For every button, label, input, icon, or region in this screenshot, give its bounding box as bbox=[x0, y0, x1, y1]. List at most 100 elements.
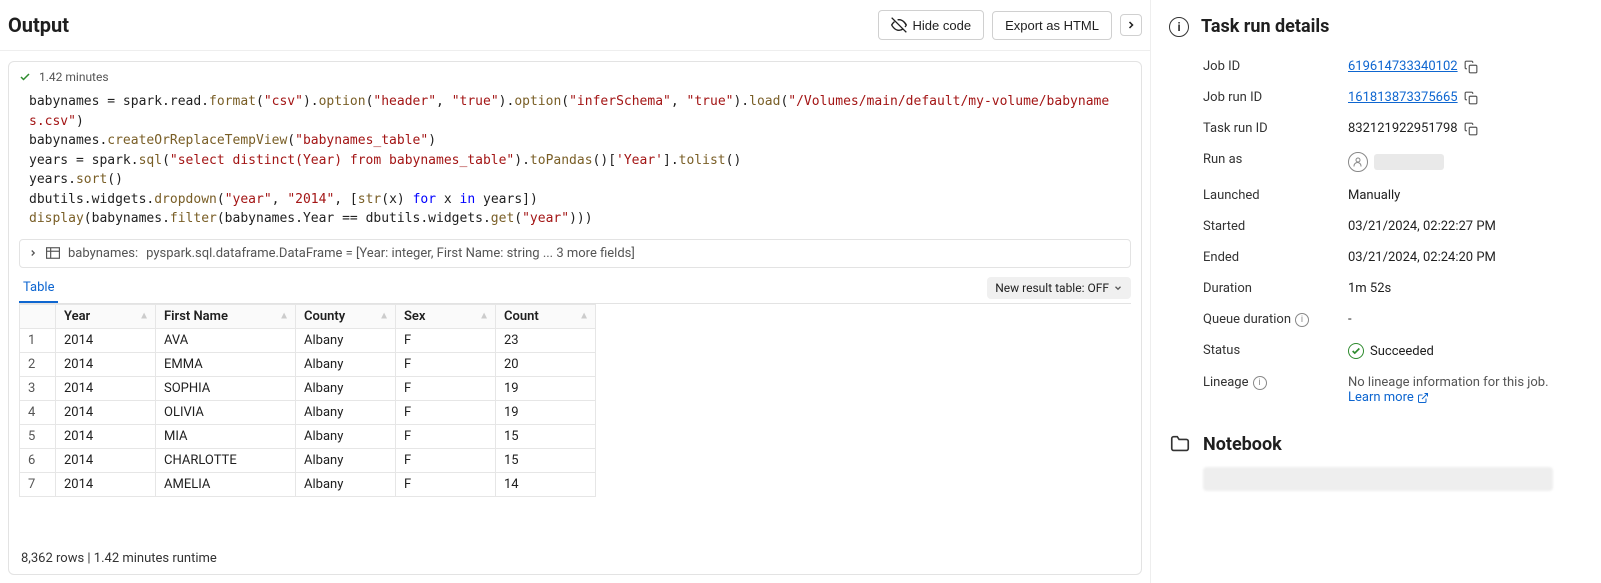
col-header[interactable]: First Name▲ bbox=[156, 304, 296, 328]
eye-off-icon bbox=[891, 17, 907, 33]
sort-icon: ▲ bbox=[279, 311, 289, 322]
duration-value: 1m 52s bbox=[1348, 281, 1583, 296]
sort-icon: ▲ bbox=[479, 311, 489, 322]
table-row[interactable]: 52014MIAAlbanyF15 bbox=[20, 424, 596, 448]
cell: Albany bbox=[296, 328, 396, 352]
sort-icon: ▲ bbox=[579, 311, 589, 322]
cell: OLIVIA bbox=[156, 400, 296, 424]
info-icon: i bbox=[1169, 17, 1189, 37]
success-icon bbox=[1348, 343, 1364, 359]
task-run-id-value: 832121922951798 bbox=[1348, 121, 1458, 136]
hide-code-button[interactable]: Hide code bbox=[878, 10, 985, 40]
col-header[interactable]: Year▲ bbox=[56, 304, 156, 328]
cell: Albany bbox=[296, 376, 396, 400]
status-duration: 1.42 minutes bbox=[39, 70, 109, 84]
cell: 2014 bbox=[56, 328, 156, 352]
cell: Albany bbox=[296, 424, 396, 448]
table-row[interactable]: 42014OLIVIAAlbanyF19 bbox=[20, 400, 596, 424]
hide-code-label: Hide code bbox=[913, 18, 972, 33]
cell: 20 bbox=[496, 352, 596, 376]
label-launched: Launched bbox=[1203, 188, 1348, 203]
learn-more-link[interactable]: Learn more bbox=[1348, 390, 1414, 405]
user-icon bbox=[1352, 156, 1364, 168]
external-link-icon bbox=[1417, 392, 1429, 404]
cell: F bbox=[396, 424, 496, 448]
cell: 2014 bbox=[56, 400, 156, 424]
label-job-run-id: Job run ID bbox=[1203, 90, 1348, 105]
copy-icon[interactable] bbox=[1464, 122, 1478, 136]
cell: 15 bbox=[496, 424, 596, 448]
copy-icon[interactable] bbox=[1464, 91, 1478, 105]
cell: AMELIA bbox=[156, 472, 296, 496]
chevron-right-icon bbox=[28, 248, 38, 258]
cell: 15 bbox=[496, 448, 596, 472]
table-row[interactable]: 22014EMMAAlbanyF20 bbox=[20, 352, 596, 376]
export-html-button[interactable]: Export as HTML bbox=[992, 11, 1112, 40]
folder-icon bbox=[1169, 433, 1191, 455]
cell: CHARLOTTE bbox=[156, 448, 296, 472]
copy-icon[interactable] bbox=[1464, 60, 1478, 74]
label-started: Started bbox=[1203, 219, 1348, 234]
chevron-right-icon bbox=[1125, 19, 1137, 31]
cell: F bbox=[396, 400, 496, 424]
collapse-panel-button[interactable] bbox=[1120, 14, 1142, 36]
label-ended: Ended bbox=[1203, 250, 1348, 265]
table-row[interactable]: 62014CHARLOTTEAlbanyF15 bbox=[20, 448, 596, 472]
label-queue-duration: Queue duration i bbox=[1203, 312, 1348, 327]
cell: SOPHIA bbox=[156, 376, 296, 400]
status-value: Succeeded bbox=[1370, 344, 1434, 359]
table-footer: 8,362 rows | 1.42 minutes runtime bbox=[9, 543, 1141, 574]
label-duration: Duration bbox=[1203, 281, 1348, 296]
result-toggle-label: New result table: OFF bbox=[995, 281, 1109, 295]
dataframe-summary[interactable]: babynames: pyspark.sql.dataframe.DataFra… bbox=[19, 239, 1131, 268]
launched-value: Manually bbox=[1348, 188, 1583, 203]
cell: F bbox=[396, 352, 496, 376]
col-header[interactable]: Sex▲ bbox=[396, 304, 496, 328]
page-title: Output bbox=[8, 13, 870, 37]
cell: 2014 bbox=[56, 352, 156, 376]
cell: Albany bbox=[296, 448, 396, 472]
cell: 2014 bbox=[56, 448, 156, 472]
result-table-toggle[interactable]: New result table: OFF bbox=[987, 277, 1131, 299]
df-schema: pyspark.sql.dataframe.DataFrame = [Year:… bbox=[146, 246, 635, 261]
col-header[interactable]: County▲ bbox=[296, 304, 396, 328]
label-job-id: Job ID bbox=[1203, 59, 1348, 74]
table-row[interactable]: 12014AVAAlbanyF23 bbox=[20, 328, 596, 352]
cell: F bbox=[396, 472, 496, 496]
cell: AVA bbox=[156, 328, 296, 352]
check-icon bbox=[19, 71, 31, 83]
ended-value: 03/21/2024, 02:24:20 PM bbox=[1348, 250, 1583, 265]
notebook-path-redacted bbox=[1203, 467, 1553, 491]
tab-table[interactable]: Table bbox=[19, 274, 58, 303]
code-block: babynames = spark.read.format("csv").opt… bbox=[9, 92, 1141, 239]
col-index bbox=[20, 304, 56, 328]
cell: Albany bbox=[296, 400, 396, 424]
lineage-text: No lineage information for this job. bbox=[1348, 375, 1583, 390]
details-title: Task run details bbox=[1201, 16, 1329, 37]
info-icon[interactable]: i bbox=[1253, 376, 1267, 390]
started-value: 03/21/2024, 02:22:27 PM bbox=[1348, 219, 1583, 234]
queue-value: - bbox=[1348, 312, 1583, 327]
table-row[interactable]: 72014AMELIAAlbanyF14 bbox=[20, 472, 596, 496]
col-header[interactable]: Count▲ bbox=[496, 304, 596, 328]
cell: F bbox=[396, 376, 496, 400]
cell: 19 bbox=[496, 400, 596, 424]
job-run-id-link[interactable]: 161813873375665 bbox=[1348, 90, 1458, 105]
cell: 23 bbox=[496, 328, 596, 352]
run-as-user-redacted bbox=[1374, 154, 1444, 170]
table-row[interactable]: 32014SOPHIAAlbanyF19 bbox=[20, 376, 596, 400]
cell: 2014 bbox=[56, 472, 156, 496]
avatar bbox=[1348, 152, 1368, 172]
notebook-section-title: Notebook bbox=[1203, 434, 1282, 455]
cell: EMMA bbox=[156, 352, 296, 376]
label-run-as: Run as bbox=[1203, 152, 1348, 167]
cell: MIA bbox=[156, 424, 296, 448]
job-id-link[interactable]: 619614733340102 bbox=[1348, 59, 1458, 74]
cell: 19 bbox=[496, 376, 596, 400]
table-icon bbox=[46, 247, 60, 259]
sort-icon: ▲ bbox=[139, 311, 149, 322]
label-status: Status bbox=[1203, 343, 1348, 358]
cell: 2014 bbox=[56, 376, 156, 400]
info-icon[interactable]: i bbox=[1295, 313, 1309, 327]
cell: Albany bbox=[296, 352, 396, 376]
